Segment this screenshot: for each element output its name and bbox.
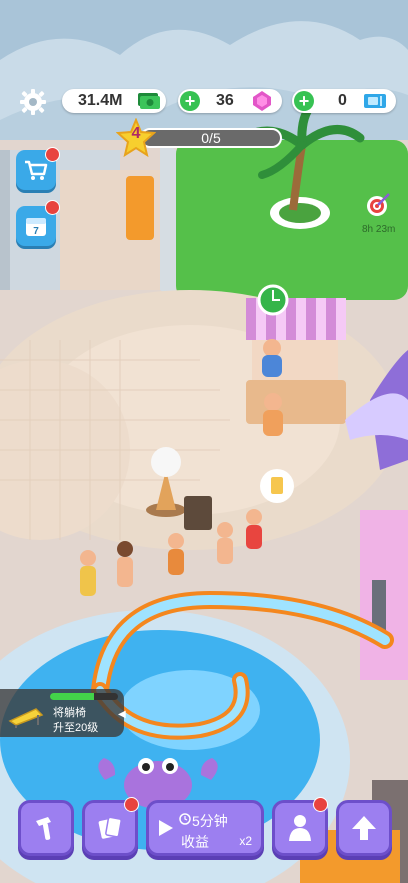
gem-icon — [253, 91, 271, 111]
level-progress[interactable]: 0/5 4 — [116, 118, 288, 158]
svg-text:7: 7 — [33, 226, 39, 237]
settings-button[interactable] — [18, 88, 50, 116]
add-gems-button[interactable]: + — [180, 91, 200, 111]
cash-counter[interactable]: 31.4M — [62, 89, 166, 113]
ticket-icon — [364, 94, 386, 108]
person-icon — [289, 815, 311, 841]
task-line-1: 将躺椅 — [53, 707, 86, 719]
earnings-duration: 5分钟 — [192, 813, 228, 829]
shop-notification-dot — [45, 147, 60, 162]
task-panel[interactable]: 将躺椅 升至20级 ◀ — [0, 689, 126, 737]
video-earnings-button[interactable]: 5分钟 收益 x2 — [146, 800, 264, 856]
sunlounger-icon — [8, 708, 44, 728]
up-arrow-icon — [352, 816, 376, 840]
play-icon — [159, 820, 173, 836]
cards-notification-dot — [124, 797, 139, 812]
build-button[interactable] — [18, 800, 74, 856]
gem-counter[interactable]: + 36 — [178, 89, 282, 113]
target-icon — [367, 193, 390, 216]
gem-value: 36 — [216, 92, 234, 109]
clock-icon — [179, 813, 191, 825]
earnings-multiplier: x2 — [239, 834, 252, 848]
bottom-toolbar: 5分钟 收益 x2 — [0, 797, 408, 867]
task-progress-fill — [50, 693, 95, 700]
cart-icon — [25, 160, 48, 180]
upgrade-button[interactable] — [336, 800, 392, 856]
event-timer-button[interactable] — [363, 190, 393, 220]
earnings-label: 收益 — [181, 834, 209, 850]
staff-notification-dot — [313, 797, 328, 812]
add-tickets-button[interactable]: + — [294, 91, 314, 111]
collapse-arrow-icon[interactable]: ◀ — [118, 709, 126, 720]
task-progress-bar — [50, 693, 118, 700]
ticket-counter[interactable]: + 0 — [292, 89, 396, 113]
ticket-value: 0 — [338, 92, 347, 109]
cash-value: 31.4M — [78, 92, 123, 109]
calendar-icon: 7 — [26, 218, 46, 237]
resource-bar: 31.4M + 36 + 0 — [0, 86, 408, 118]
hammer-icon — [36, 817, 51, 840]
level-number: 4 — [131, 125, 141, 142]
event-timer-text: 8h 23m — [362, 224, 396, 235]
calendar-notification-dot — [45, 200, 60, 215]
gear-icon — [20, 89, 46, 115]
level-progress-text: 0/5 — [201, 130, 221, 146]
cash-icon — [138, 93, 160, 109]
cards-icon — [98, 816, 122, 839]
task-line-2: 升至20级 — [53, 722, 99, 734]
